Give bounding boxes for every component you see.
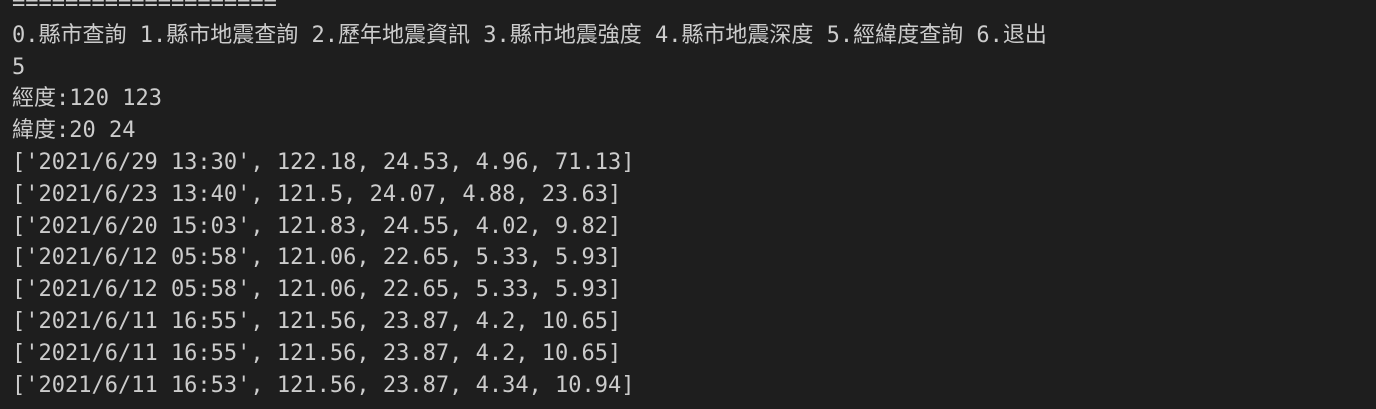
result-line: ['2021/6/11 16:55', 121.56, 23.87, 4.2, … <box>12 308 622 334</box>
separator-line: ==================== <box>12 0 277 16</box>
result-line: ['2021/6/11 16:55', 121.56, 23.87, 4.2, … <box>12 340 622 366</box>
result-line: ['2021/6/29 13:30', 122.18, 24.53, 4.96,… <box>12 149 635 175</box>
result-line: ['2021/6/12 05:58', 121.06, 22.65, 5.33,… <box>12 277 622 303</box>
terminal-output[interactable]: ==================== 0.縣市查詢 1.縣市地震查詢 2.歷… <box>0 0 1376 409</box>
menu-options-line: 0.縣市查詢 1.縣市地震查詢 2.歷年地震資訊 3.縣市地震強度 4.縣市地震… <box>12 22 1047 48</box>
result-line: ['2021/6/12 05:58', 121.06, 22.65, 5.33,… <box>12 245 622 271</box>
latitude-input-line: 緯度:20 24 <box>12 118 136 144</box>
result-line: ['2021/6/20 15:03', 121.83, 24.55, 4.02,… <box>12 213 622 239</box>
longitude-input-line: 經度:120 123 <box>12 86 162 112</box>
result-line: ['2021/6/11 16:53', 121.56, 23.87, 4.34,… <box>12 372 635 398</box>
user-choice-line: 5 <box>12 54 26 80</box>
result-line: ['2021/6/23 13:40', 121.5, 24.07, 4.88, … <box>12 181 622 207</box>
